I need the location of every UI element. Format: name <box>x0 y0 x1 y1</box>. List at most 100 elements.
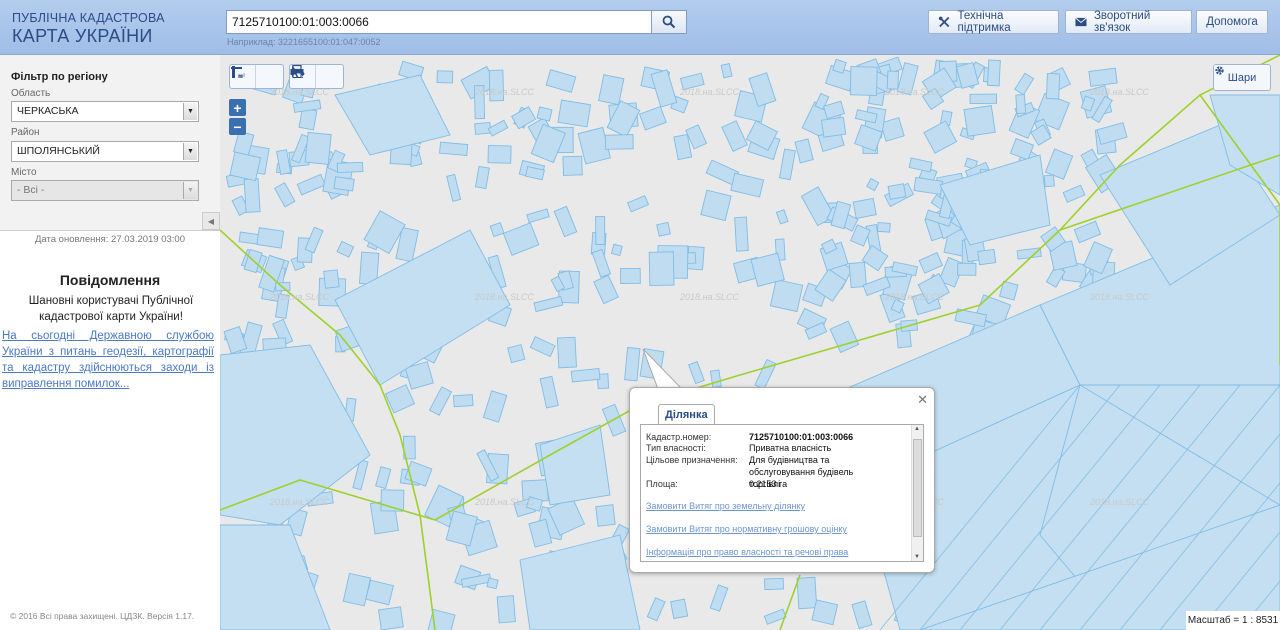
land-parcel <box>620 267 641 284</box>
land-parcel <box>333 176 355 192</box>
misto-select[interactable]: - Всі - ▼ <box>11 180 199 201</box>
region-filter: Фільтр по регіону Область ЧЕРКАСЬКА ▼ Ра… <box>0 55 220 231</box>
map-watermark: 2018.на.SLCC <box>269 292 329 302</box>
order-valuation-link[interactable]: Замовити Витяг про нормативну грошову оц… <box>646 524 847 534</box>
logo-line2: КАРТА УКРАЇНИ <box>12 25 153 46</box>
envelope-icon <box>1075 17 1087 27</box>
svg-text:?: ? <box>300 71 305 79</box>
popup-scrollbar[interactable]: ▲ ▼ <box>911 425 923 561</box>
identify-button[interactable]: ? <box>292 65 342 88</box>
land-parcel <box>764 577 784 591</box>
info-row: Цільове призначення: Для будівництва та … <box>646 454 914 489</box>
feedback-label: Зворотний зв'язок <box>1093 10 1151 34</box>
notice-text: Шановні користувачі Публічної кадастрово… <box>28 295 194 323</box>
land-parcel <box>769 278 804 313</box>
filter-title: Фільтр по регіону <box>11 71 108 83</box>
area-ruler-icon: м² <box>231 66 245 79</box>
measure-toolbar: м м² <box>229 64 284 89</box>
map-watermark: 2018.на.SLCC <box>1089 292 1149 302</box>
popup-body: Кадастр.номер: 7125710100:01:003:0066 Ти… <box>640 424 924 562</box>
rayon-value: ШПОЛЯНСЬКИЙ <box>17 145 100 157</box>
land-parcel <box>876 222 891 233</box>
map-watermark: 2018.на.SLCC <box>474 497 534 507</box>
tech-support-button[interactable]: Технічна підтримка <box>928 10 1059 34</box>
header-bar: ПУБЛІЧНА КАДАСТРОВА КАРТА УКРАЇНИ Наприк… <box>0 0 1280 55</box>
plus-icon: + <box>233 99 242 116</box>
land-parcel <box>811 599 839 626</box>
info-key: Площа: <box>646 479 678 489</box>
land-parcel <box>848 261 867 289</box>
tools-icon <box>938 16 950 28</box>
rayon-select[interactable]: ШПОЛЯНСЬКИЙ ▼ <box>11 141 199 162</box>
land-parcel <box>957 262 977 276</box>
info-key: Тип власності: <box>646 443 706 453</box>
land-parcel <box>439 141 469 157</box>
land-parcel <box>486 577 499 590</box>
parcel-popup: ✕ Ділянка Кадастр.номер: 7125710100:01:0… <box>629 387 935 573</box>
gear-icon <box>1215 66 1224 75</box>
land-parcel <box>229 151 262 182</box>
feedback-button[interactable]: Зворотний зв'язок <box>1065 10 1192 34</box>
zoom-out-button[interactable]: − <box>229 118 246 135</box>
land-parcel <box>648 251 675 287</box>
misto-label: Місто <box>11 167 37 178</box>
map-canvas[interactable]: 2018.на.SLCC 2018.на.SLCC 2018.на.SLCC 2018… <box>220 55 1280 630</box>
map-watermark: 2018.на.SLCC <box>679 292 739 302</box>
land-parcel <box>852 197 877 219</box>
map-watermark: 2018.на.SLCC <box>884 292 944 302</box>
print-identify-toolbar: ? <box>289 64 344 89</box>
land-parcel <box>734 216 749 252</box>
order-extract-link[interactable]: Замовити Витяг про земельну ділянку <box>646 501 805 511</box>
close-icon[interactable]: ✕ <box>917 392 928 408</box>
land-parcel <box>323 269 340 289</box>
oblast-select[interactable]: ЧЕРКАСЬКА ▼ <box>11 101 199 122</box>
help-button[interactable]: Допомога <box>1196 10 1268 34</box>
map-watermark: 2018.на.SLCC <box>474 292 534 302</box>
measure-area-button[interactable]: м² <box>231 65 282 88</box>
chevron-down-icon: ▼ <box>183 143 197 160</box>
update-date: Дата оновлення: 27.03.2019 03:00 <box>34 234 186 245</box>
land-parcel <box>243 178 261 213</box>
land-parcel <box>496 595 516 624</box>
land-parcel <box>1088 67 1118 87</box>
land-parcel <box>887 183 907 200</box>
cadastral-search-input[interactable] <box>226 10 652 34</box>
map-watermark: 2018.на.SLCC <box>474 87 534 97</box>
land-parcel <box>986 59 1001 87</box>
ownership-info-link[interactable]: Інформація про право власності та речові… <box>646 547 848 557</box>
map-watermark: 2018.на.SLCC <box>679 87 739 97</box>
layers-label: Шари <box>1227 71 1257 84</box>
land-parcel <box>536 106 553 122</box>
zoom-in-button[interactable]: + <box>229 99 246 116</box>
info-value: Приватна власність <box>749 443 832 453</box>
notice-title: Повідомлення <box>59 272 161 288</box>
site-logo[interactable]: ПУБЛІЧНА КАДАСТРОВА КАРТА УКРАЇНИ <box>12 12 165 45</box>
search-example: Наприклад: 3221655100:01:047:0052 <box>227 37 381 47</box>
land-parcel <box>849 66 878 96</box>
layers-button[interactable]: Шари <box>1213 64 1271 91</box>
svg-text:м²: м² <box>239 74 245 79</box>
sidebar: Фільтр по регіону Область ЧЕРКАСЬКА ▼ Ра… <box>0 55 220 630</box>
land-parcel <box>436 70 454 84</box>
tab-parcel[interactable]: Ділянка <box>658 404 715 425</box>
land-parcel <box>1043 174 1055 188</box>
land-parcel <box>670 598 689 620</box>
search-button[interactable] <box>651 10 687 34</box>
land-parcel <box>709 369 722 389</box>
land-parcel <box>820 116 847 138</box>
collapse-sidebar-button[interactable]: ◀ <box>202 212 220 230</box>
land-parcel <box>796 576 818 610</box>
info-key: Цільове призначення: <box>646 455 738 465</box>
misto-value: - Всі - <box>17 184 45 196</box>
land-parcel <box>977 248 997 266</box>
help-label: Допомога <box>1206 16 1258 28</box>
land-parcel <box>378 606 404 630</box>
land-parcel <box>969 93 997 105</box>
oblast-value: ЧЕРКАСЬКА <box>17 105 79 117</box>
map-watermark: 2018.на.SLCC <box>1089 87 1149 97</box>
land-parcel <box>557 99 592 128</box>
land-parcel <box>595 504 616 527</box>
land-parcel <box>1045 72 1061 100</box>
info-value: 0.2153 га <box>749 479 788 489</box>
notice-link[interactable]: На сьогодні Державною службою України з … <box>2 328 214 392</box>
